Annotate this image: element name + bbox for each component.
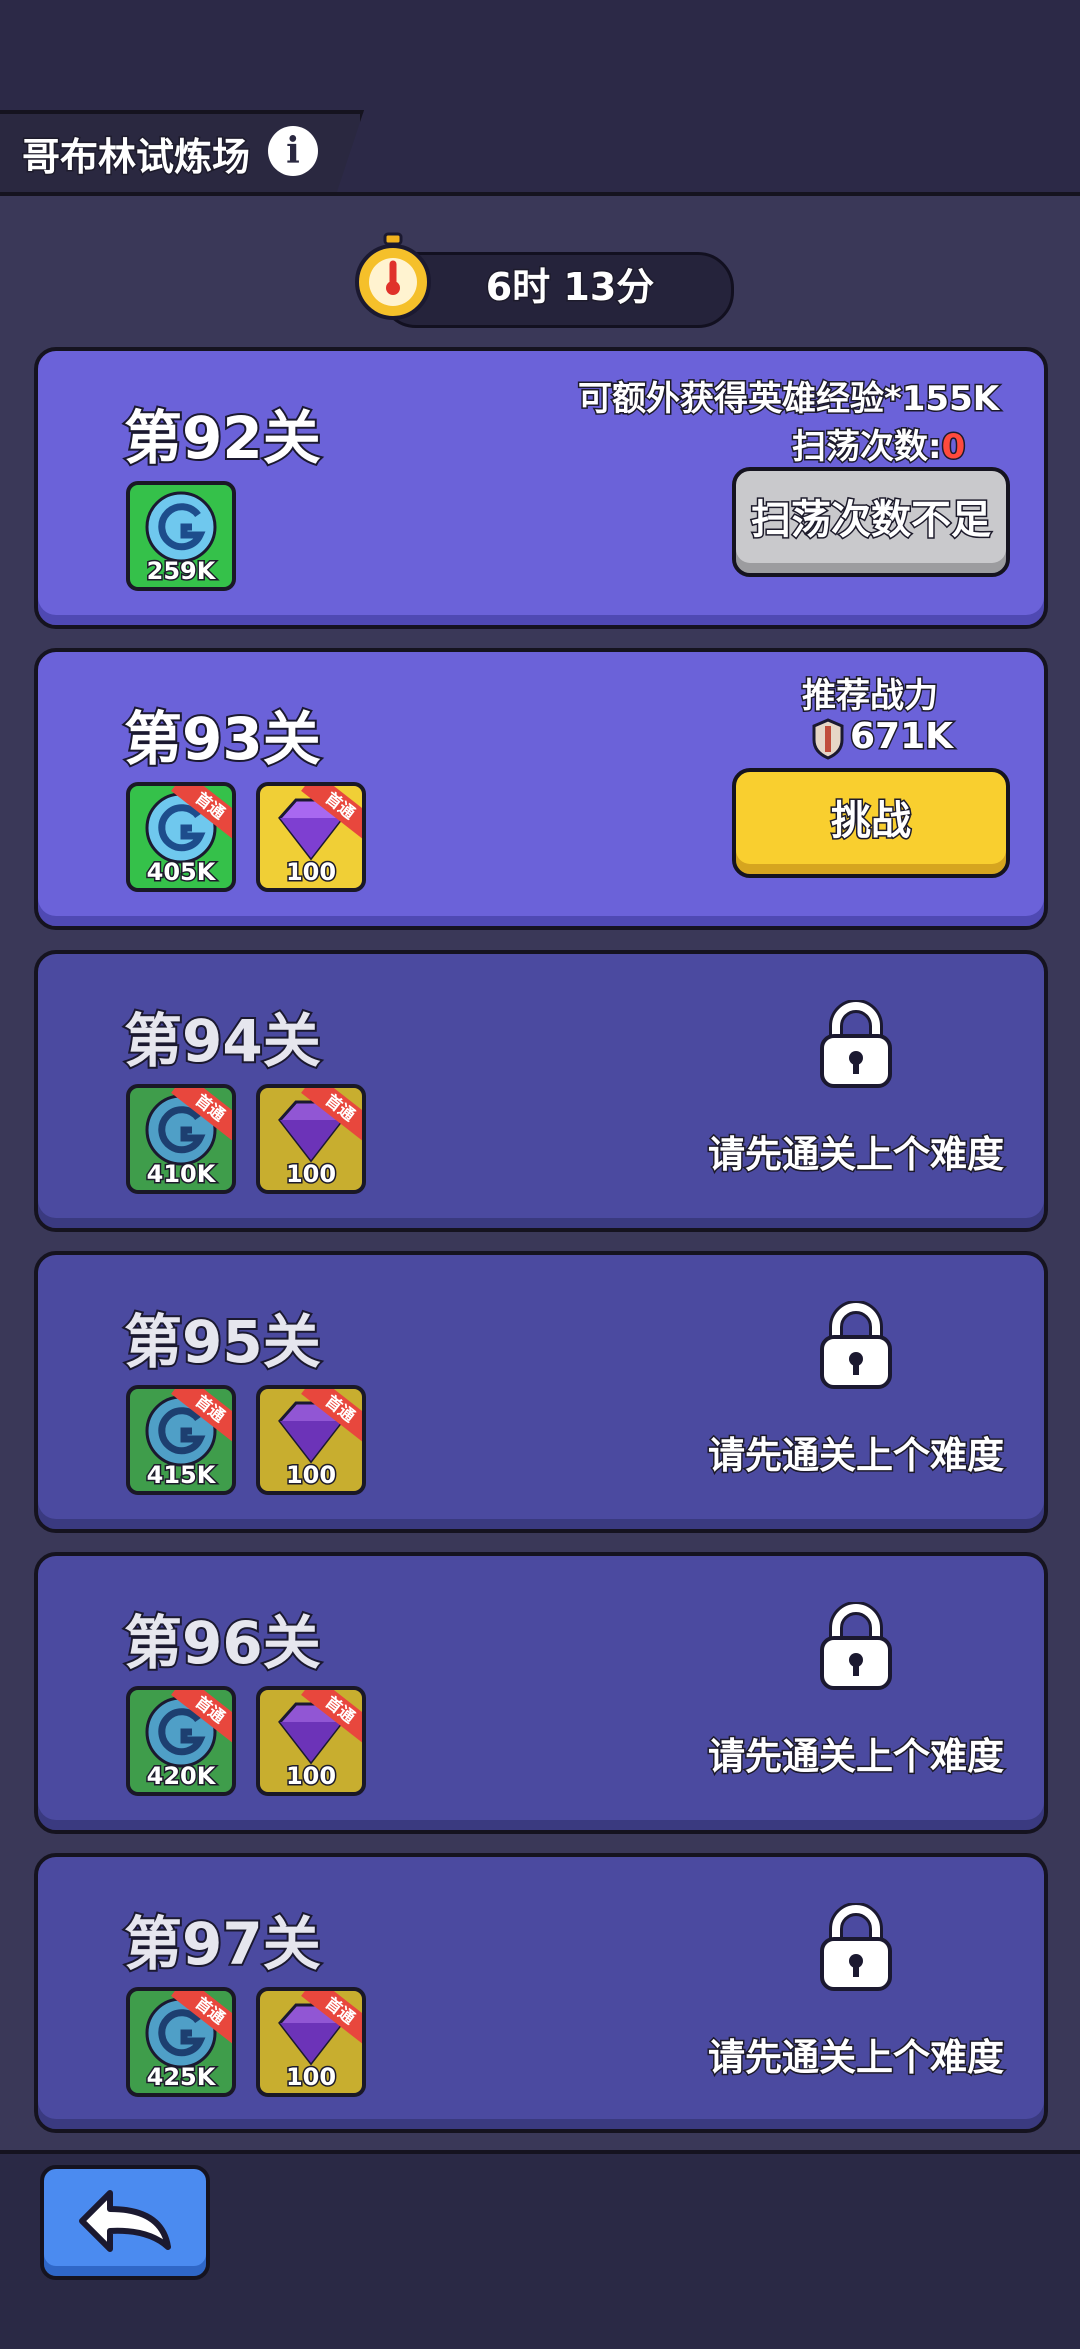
reward-amount: 420K [145, 1761, 217, 1792]
reward-amount: 100 [284, 857, 337, 888]
reward-gem[interactable]: 首通 100 [256, 1987, 366, 2097]
reward-gem[interactable]: 首通 100 [256, 1385, 366, 1495]
locked-message: 请先通关上个难度 [707, 2035, 1006, 2081]
page-title: 哥布林试炼场 [20, 134, 251, 181]
reward-gem[interactable]: 首通 100 [256, 1084, 366, 1194]
stage-card-92[interactable]: 第92关 259K 可额外获得英雄经验*155K 扫荡次数:0 扫荡次数不足 [34, 347, 1048, 629]
reward-gem[interactable]: 首通 100 [256, 1686, 366, 1796]
stage-title: 第92关 [122, 402, 323, 474]
stage-title: 第97关 [122, 1908, 323, 1980]
sweep-disabled-button[interactable]: 扫荡次数不足 [732, 467, 1010, 577]
locked-message: 请先通关上个难度 [707, 1734, 1006, 1780]
stage-card-93[interactable]: 第93关 首通 405K 首通 100 推荐战力 671K 挑战 [34, 648, 1048, 930]
reward-amount: 100 [284, 1761, 337, 1792]
reward-amount: 100 [284, 1159, 337, 1190]
stage-card-94: 第94关 首通 410K 首通 100 请先通关上个难度 [34, 950, 1048, 1232]
stage-card-96: 第96关 首通 420K 首通 100 请先通关上个难度 [34, 1552, 1048, 1834]
lock-icon [820, 1602, 892, 1690]
power-value: 671K [848, 715, 954, 759]
locked-message: 请先通关上个难度 [707, 1132, 1006, 1178]
reward-exp[interactable]: 首通 415K [126, 1385, 236, 1495]
stage-card-95: 第95关 首通 415K 首通 100 请先通关上个难度 [34, 1251, 1048, 1533]
reward-amount: 410K [145, 1159, 217, 1190]
reward-amount: 259K [145, 556, 217, 587]
locked-message: 请先通关上个难度 [707, 1433, 1006, 1479]
reward-exp[interactable]: 首通 405K [126, 782, 236, 892]
info-icon[interactable]: i [268, 126, 318, 176]
reward-amount: 100 [284, 1460, 337, 1491]
stage-card-97: 第97关 首通 425K 首通 100 请先通关上个难度 [34, 1853, 1048, 2133]
reward-amount: 405K [145, 857, 217, 888]
reward-exp[interactable]: 首通 420K [126, 1686, 236, 1796]
stage-title: 第96关 [122, 1607, 323, 1679]
recommend-label: 推荐战力 [801, 675, 940, 718]
stage-title: 第94关 [122, 1005, 323, 1077]
bonus-text: 可额外获得英雄经验*155K [576, 378, 1000, 421]
reward-amount: 415K [145, 1460, 217, 1491]
back-button[interactable] [40, 2165, 210, 2280]
power-icon [812, 718, 844, 760]
sweep-label: 扫荡次数: [791, 426, 944, 469]
challenge-button[interactable]: 挑战 [732, 768, 1010, 878]
lock-icon [820, 1903, 892, 1991]
stage-title: 第93关 [122, 703, 323, 775]
back-arrow-icon [79, 2190, 171, 2252]
reward-exp[interactable]: 首通 425K [126, 1987, 236, 2097]
stage-title: 第95关 [122, 1306, 323, 1378]
reward-exp[interactable]: 首通 410K [126, 1084, 236, 1194]
timer-text: 6时 13分 [484, 264, 656, 311]
lock-icon [820, 1000, 892, 1088]
lock-icon [820, 1301, 892, 1389]
reward-exp[interactable]: 259K [126, 481, 236, 591]
reward-gem[interactable]: 首通 100 [256, 782, 366, 892]
sweep-count: 0 [940, 426, 967, 469]
reward-amount: 425K [145, 2062, 217, 2093]
sweep-count-line: 扫荡次数:0 [791, 419, 967, 469]
reward-amount: 100 [284, 2062, 337, 2093]
